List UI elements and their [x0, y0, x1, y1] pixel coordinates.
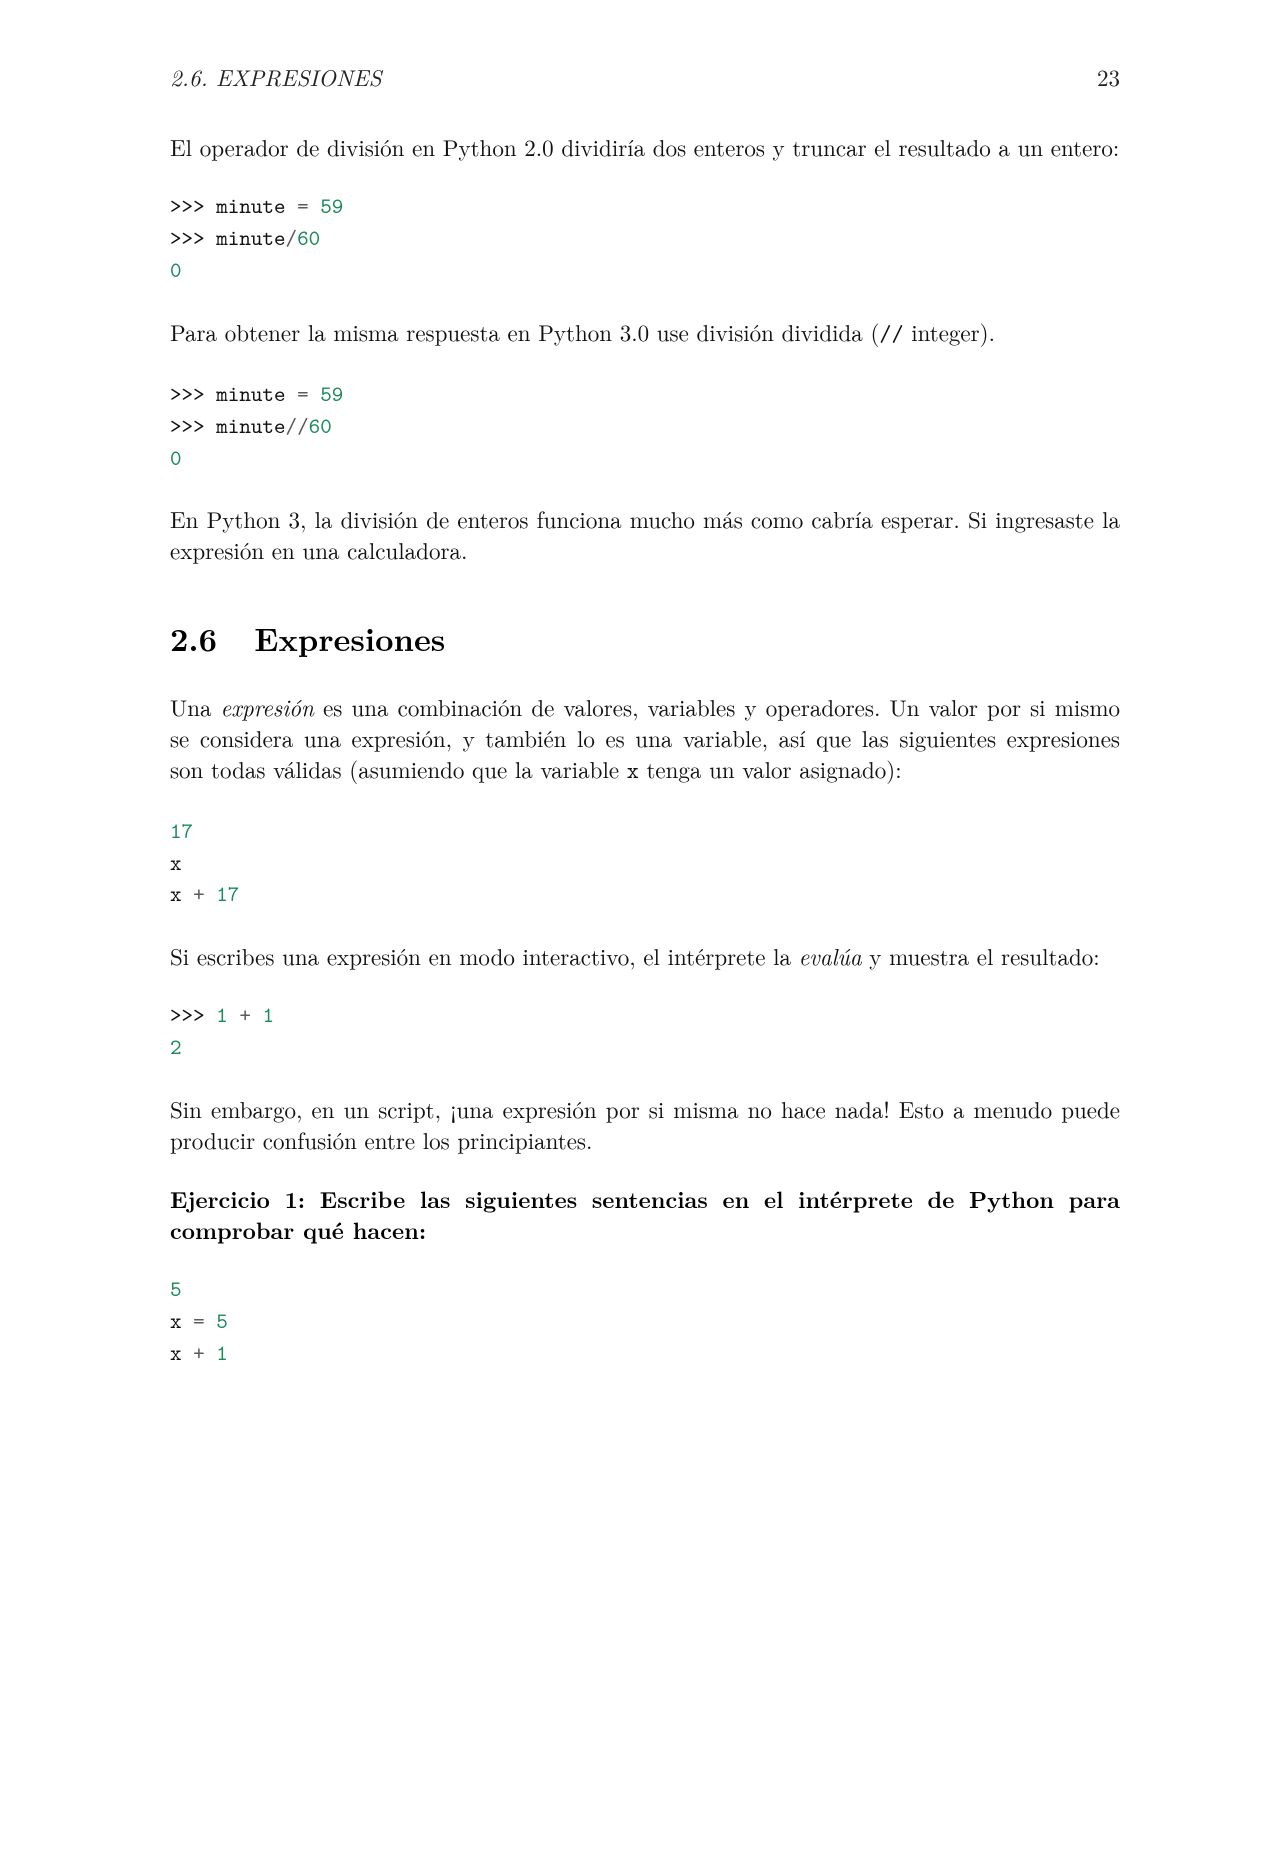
number-literal: 5 — [170, 1274, 182, 1303]
output-literal: 2 — [170, 1032, 182, 1061]
operator-equals: = — [193, 1306, 205, 1335]
code-block-exercise: 5 x = 5 x + 1 — [170, 1273, 1120, 1369]
number-literal: 1 — [262, 1000, 274, 1029]
operator-floor-div: // — [879, 319, 903, 349]
number-literal: 59 — [320, 379, 343, 408]
code-block-valid-expressions: 17 x x + 17 — [170, 815, 1120, 911]
paragraph-intro-division: El operador de división en Python 2.0 di… — [170, 131, 1120, 162]
operator-plus: + — [193, 1338, 205, 1367]
number-literal: 17 — [170, 816, 193, 845]
prompt: >>> — [170, 379, 205, 408]
number-literal: 1 — [216, 1338, 228, 1367]
code-block-python3-floordiv: >>> minute = 59 >>> minute//60 0 — [170, 378, 1120, 474]
code-text: minute — [216, 379, 285, 408]
section-number: 2.6 — [170, 616, 242, 661]
code-text: minute — [216, 223, 285, 252]
paragraph-interactive-eval: Si escribes una expresión en modo intera… — [170, 940, 1120, 971]
text: integer). — [904, 315, 995, 348]
running-head: 2.6. EXPRESIONES 23 — [170, 60, 1120, 93]
operator-slash: / — [286, 223, 298, 252]
code-text: x — [170, 1338, 182, 1367]
prompt: >>> — [170, 223, 205, 252]
code-text: x — [170, 879, 182, 908]
section-label: 2.6. EXPRESIONES — [170, 60, 382, 93]
code-text: minute — [216, 411, 285, 440]
text: Si escribes una expresión en modo intera… — [170, 939, 799, 972]
number-literal: 59 — [320, 191, 343, 220]
operator-floor-div: // — [286, 411, 309, 440]
code-text: x — [170, 848, 182, 877]
text: y muestra el resultado: — [862, 939, 1100, 972]
code-block-python2-division: >>> minute = 59 >>> minute/60 0 — [170, 190, 1120, 286]
term-expression: expresión — [221, 690, 314, 723]
section-heading: 2.6 Expresiones — [170, 616, 1120, 661]
prompt: >>> — [170, 1000, 205, 1029]
number-literal: 60 — [309, 411, 332, 440]
prompt: >>> — [170, 411, 205, 440]
page: 2.6. EXPRESIONES 23 El operador de divis… — [0, 0, 1280, 1851]
text: Una — [170, 690, 221, 723]
paragraph-script-warning: Sin embargo, en un script, ¡una expresió… — [170, 1093, 1120, 1155]
inline-code-x: x — [627, 756, 639, 786]
paragraph-expression-def: Una expresión es una combinación de valo… — [170, 691, 1120, 787]
operator-plus: + — [239, 1000, 251, 1029]
code-block-one-plus-one: >>> 1 + 1 2 — [170, 999, 1120, 1063]
operator-plus: + — [193, 879, 205, 908]
term-evalua: evalúa — [799, 939, 862, 972]
code-text: minute — [216, 191, 285, 220]
output-literal: 0 — [170, 255, 182, 284]
operator-equals: = — [297, 379, 309, 408]
paragraph-python3-note: Para obtener la misma respuesta en Pytho… — [170, 316, 1120, 350]
output-literal: 0 — [170, 443, 182, 472]
exercise-heading: Ejercicio 1: Escribe las siguientes sent… — [170, 1183, 1120, 1245]
code-text: x — [170, 1306, 182, 1335]
prompt: >>> — [170, 191, 205, 220]
text: Para obtener la misma respuesta en Pytho… — [170, 315, 879, 348]
text: tenga un valor asignado): — [639, 752, 902, 785]
page-number: 23 — [1097, 60, 1120, 93]
operator-equals: = — [297, 191, 309, 220]
number-literal: 5 — [216, 1306, 228, 1335]
number-literal: 60 — [297, 223, 320, 252]
paragraph-python3-int-division: En Python 3, la división de enteros func… — [170, 503, 1120, 565]
number-literal: 1 — [216, 1000, 228, 1029]
section-title: Expresiones — [254, 616, 445, 661]
number-literal: 17 — [216, 879, 239, 908]
